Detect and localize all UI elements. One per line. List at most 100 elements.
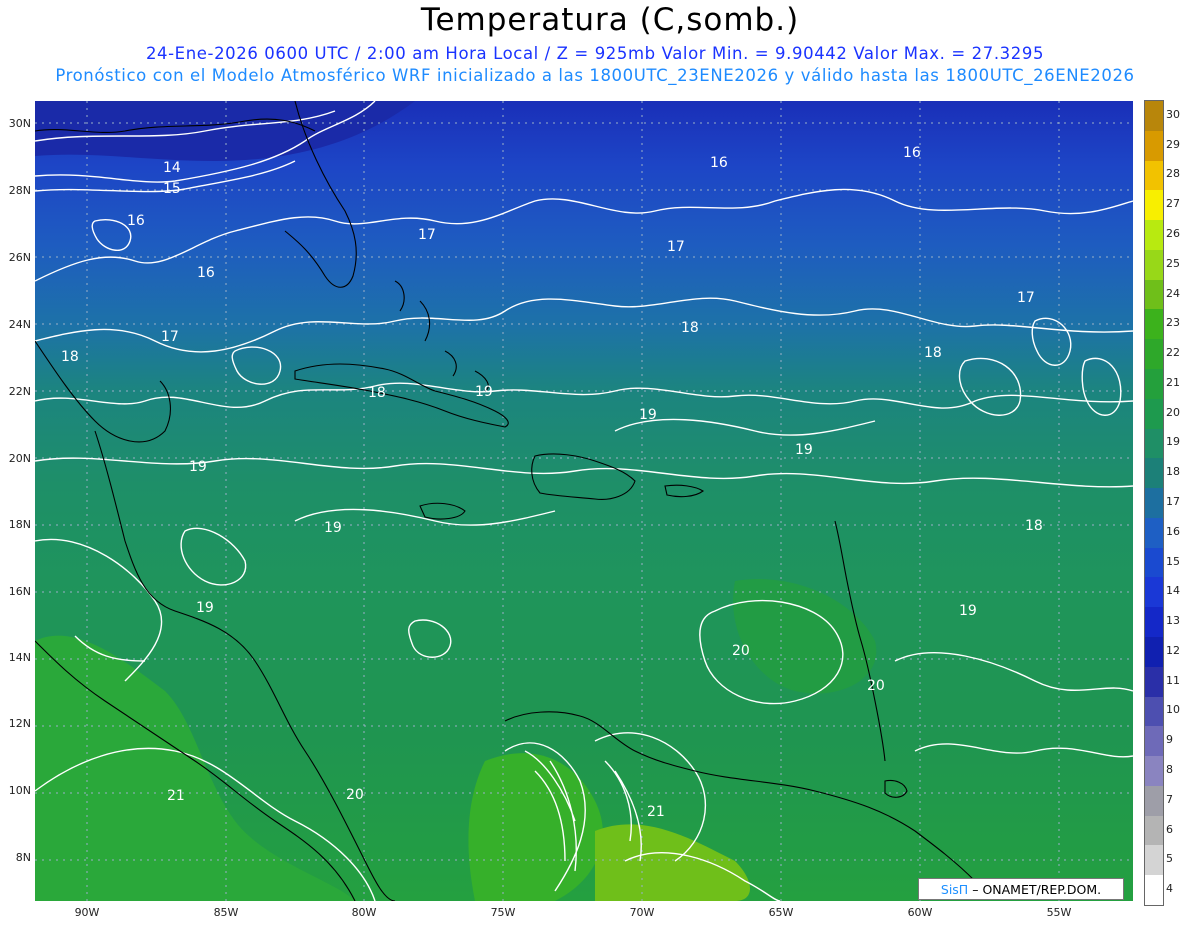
colorbar-cell — [1145, 130, 1163, 162]
colorbar-label: 26 — [1166, 227, 1180, 240]
contour-label: 19 — [189, 459, 207, 475]
lat-label: 30N — [8, 117, 31, 130]
colorbar-label: 9 — [1166, 733, 1173, 747]
chart-title: Temperatura (C,somb.) — [420, 2, 800, 38]
lon-label: 65W — [768, 906, 794, 919]
contour-label: 21 — [167, 788, 185, 804]
contour-label: 20 — [346, 787, 364, 803]
contour-label: 17 — [161, 329, 179, 345]
forecast-info-line: 24-Ene-2026 0600 UTC / 2:00 am Hora Loca… — [145, 44, 1045, 63]
credit-text: – ONAMET/REP.DOM. — [972, 881, 1102, 897]
contour-label: 20 — [867, 678, 885, 694]
contour-label: 18 — [368, 385, 386, 401]
colorbar-label: 21 — [1166, 375, 1180, 389]
contour-label: 18 — [61, 349, 79, 365]
colorbar-cell — [1145, 726, 1163, 757]
colorbar-label: 23 — [1166, 316, 1180, 330]
colorbar — [1144, 100, 1164, 906]
lat-label: 10N — [8, 784, 31, 797]
colorbar-cell — [1145, 637, 1163, 668]
lat-label: 16N — [8, 585, 31, 598]
colorbar-label: 14 — [1166, 584, 1180, 598]
contour-label: 14 — [163, 160, 181, 176]
lat-label: 14N — [8, 651, 31, 664]
contour-label: 16 — [903, 145, 921, 161]
colorbar-label: 10 — [1166, 703, 1180, 717]
colorbar-cell — [1145, 666, 1163, 698]
lat-label: 8N — [15, 851, 31, 864]
colorbar-label: 19 — [1166, 435, 1180, 449]
lon-label: 90W — [74, 906, 100, 919]
colorbar-cell — [1145, 517, 1163, 549]
colorbar-cell — [1145, 607, 1163, 638]
colorbar-label: 5 — [1166, 852, 1173, 866]
temperature-map: 14 15 16 16 16 16 17 17 17 17 18 18 18 1… — [35, 101, 1133, 901]
lat-label: 12N — [8, 717, 31, 730]
colorbar-label: 15 — [1166, 554, 1180, 568]
contour-label: 18 — [924, 345, 942, 361]
lat-label: 26N — [8, 251, 31, 264]
colorbar-label: 13 — [1166, 614, 1180, 628]
contour-label: 19 — [475, 384, 493, 400]
colorbar-label: 18 — [1166, 465, 1180, 479]
lon-label: 60W — [907, 906, 933, 919]
contour-label: 18 — [681, 320, 699, 336]
contour-label: 20 — [732, 643, 750, 659]
colorbar-cell — [1145, 875, 1163, 906]
lat-label: 28N — [8, 184, 31, 197]
colorbar-label: 6 — [1166, 822, 1173, 836]
colorbar-cell — [1145, 785, 1163, 817]
colorbar-cell — [1145, 756, 1163, 787]
colorbar-label: 24 — [1166, 286, 1180, 300]
lon-label: 55W — [1046, 906, 1072, 919]
colorbar-cell — [1145, 369, 1163, 400]
lat-label: 24N — [8, 318, 31, 331]
colorbar-cell — [1145, 309, 1163, 340]
contour-label: 17 — [667, 239, 685, 255]
colorbar-cell — [1145, 488, 1163, 519]
colorbar-cell — [1145, 845, 1163, 876]
colorbar-cell — [1145, 458, 1163, 489]
colorbar-cell — [1145, 249, 1163, 281]
colorbar-label: 30 — [1166, 107, 1180, 121]
colorbar-label: 8 — [1166, 763, 1173, 776]
colorbar-label: 12 — [1166, 643, 1180, 657]
map-svg: 14 15 16 16 16 16 17 17 17 17 18 18 18 1… — [35, 101, 1133, 901]
lat-label: 22N — [8, 385, 31, 398]
contour-label: 15 — [163, 181, 181, 197]
lat-label: 18N — [8, 518, 31, 531]
colorbar-cell — [1145, 160, 1163, 191]
colorbar-cell — [1145, 547, 1163, 578]
colorbar-cell — [1145, 398, 1163, 430]
colorbar-cell — [1145, 339, 1163, 370]
model-info-line: Pronóstico con el Modelo Atmosférico WRF… — [55, 66, 1135, 85]
colorbar-cell — [1145, 428, 1163, 459]
lon-label: 85W — [213, 906, 239, 919]
colorbar-label: 27 — [1166, 197, 1180, 211]
colorbar-label: 22 — [1166, 346, 1180, 360]
lat-label: 20N — [8, 452, 31, 465]
sispi-logo: SisΠ — [940, 881, 969, 897]
lon-label: 80W — [351, 906, 377, 919]
lon-label: 75W — [490, 906, 516, 919]
colorbar-label: 28 — [1166, 167, 1180, 181]
colorbar-label: 4 — [1166, 882, 1173, 896]
contour-label: 16 — [127, 213, 145, 229]
colorbar-label: 20 — [1166, 405, 1180, 419]
contour-label: 17 — [418, 227, 436, 243]
contour-label: 16 — [710, 155, 728, 171]
contour-label: 19 — [324, 520, 342, 536]
colorbar-cell — [1145, 279, 1163, 310]
contour-label: 17 — [1017, 290, 1035, 306]
contour-label: 19 — [959, 603, 977, 619]
colorbar-label: 16 — [1166, 524, 1180, 538]
contour-label: 19 — [196, 600, 214, 616]
colorbar-label: 7 — [1166, 792, 1173, 806]
colorbar-cell — [1145, 696, 1163, 727]
contour-label: 19 — [639, 407, 657, 423]
contour-label: 16 — [197, 265, 215, 281]
contour-label: 18 — [1025, 518, 1043, 534]
contour-label: 19 — [795, 442, 813, 458]
colorbar-cell — [1145, 577, 1163, 608]
colorbar-cell — [1145, 190, 1163, 221]
